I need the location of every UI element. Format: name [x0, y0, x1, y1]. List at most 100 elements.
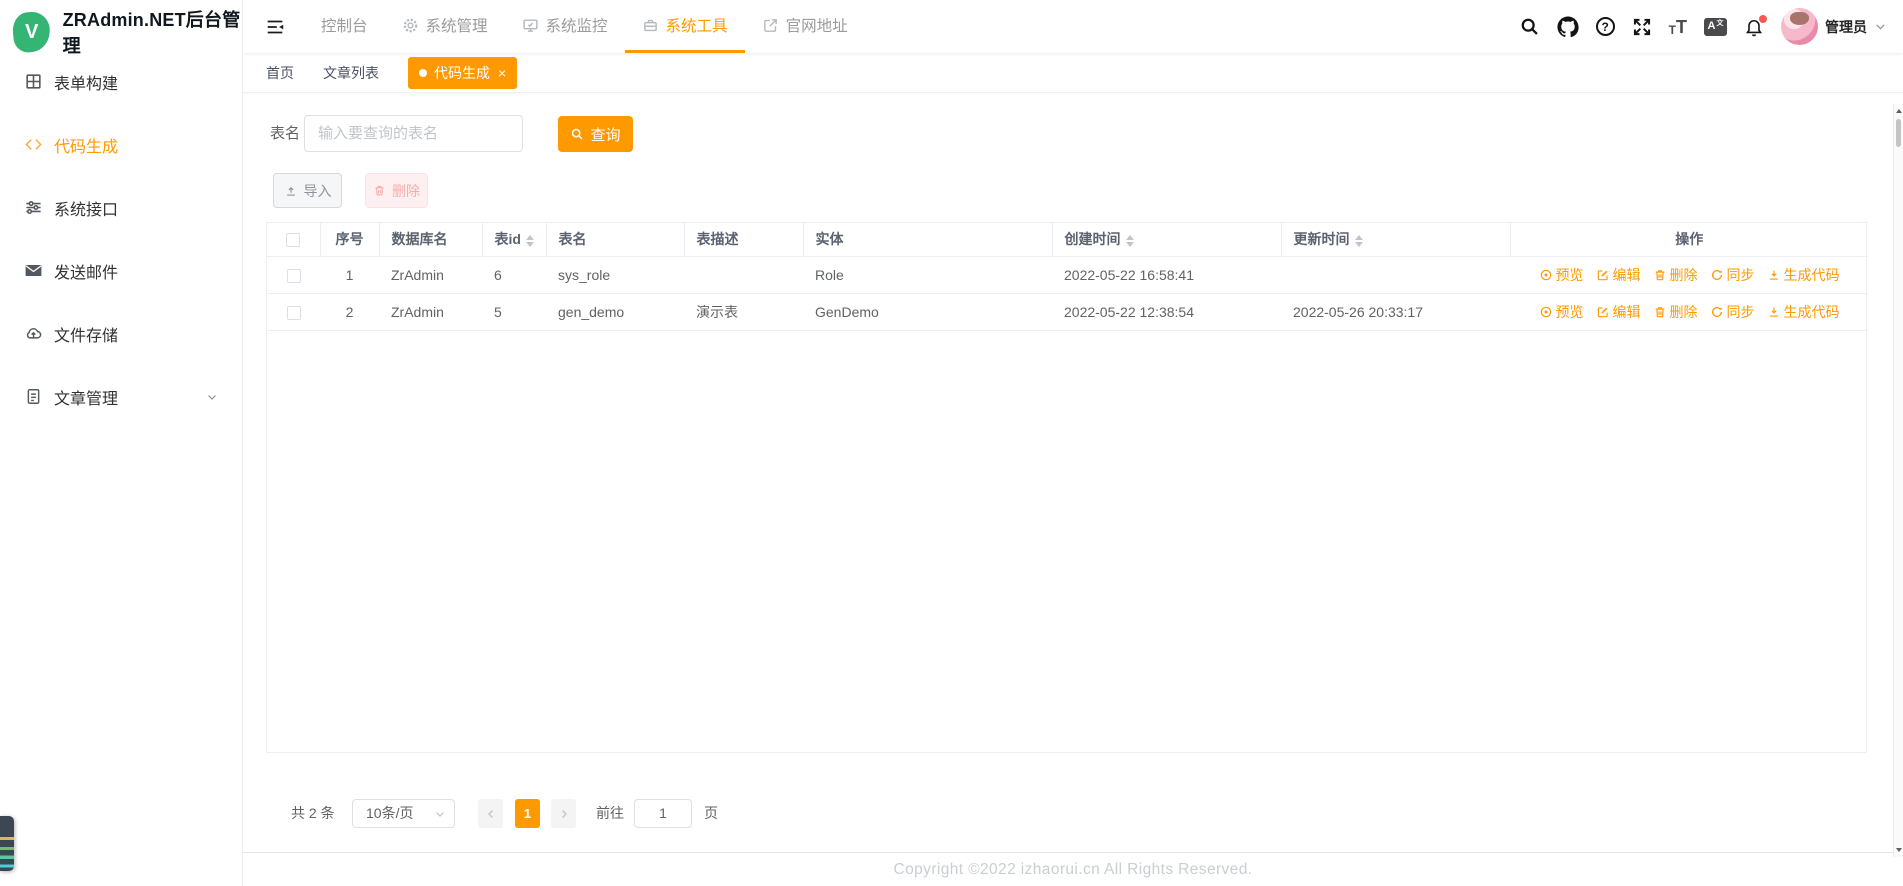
cell-database: ZrAdmin	[379, 256, 482, 294]
column-header-update-time[interactable]: 更新时间	[1281, 223, 1511, 257]
sync-link[interactable]: 同步	[1710, 302, 1755, 322]
cell-table-desc	[684, 256, 803, 294]
fullscreen-button[interactable]	[1632, 17, 1652, 37]
delete-link[interactable]: 删除	[1653, 265, 1698, 285]
scroll-down-arrow-icon[interactable]	[1895, 844, 1903, 856]
cell-table-name: gen_demo	[546, 293, 684, 331]
floating-widget[interactable]	[0, 816, 14, 871]
gear-icon	[402, 17, 419, 34]
delete-button[interactable]: 删除	[365, 173, 428, 208]
delete-link[interactable]: 删除	[1653, 302, 1698, 322]
sort-caret-icon[interactable]	[525, 234, 534, 247]
tab-close-icon[interactable]: ×	[498, 66, 506, 80]
font-size-large-glyph: T	[1676, 16, 1687, 37]
column-label: 序号	[335, 231, 364, 248]
page-unit-label: 页	[704, 805, 718, 821]
sidebar-item-form-builder[interactable]: 表单构建	[0, 50, 242, 113]
sidebar-item-send-email[interactable]: 发送邮件	[0, 239, 242, 302]
cell-entity: Role	[803, 256, 1052, 294]
column-header-create-time[interactable]: 创建时间	[1052, 223, 1282, 257]
notification-badge	[1759, 14, 1767, 23]
help-button[interactable]: ?	[1595, 17, 1615, 36]
sort-caret-icon[interactable]	[1125, 234, 1134, 247]
scrollbar-thumb[interactable]	[1896, 119, 1901, 147]
topbar-actions: ? TT A文 管理员	[1519, 8, 1903, 45]
generate-code-link[interactable]: 生成代码	[1767, 265, 1840, 285]
envelope-icon	[24, 261, 43, 280]
scroll-up-arrow-icon[interactable]	[1895, 105, 1903, 117]
tab-article-list[interactable]: 文章列表	[323, 63, 379, 83]
github-button[interactable]	[1557, 15, 1579, 38]
scrollbar[interactable]	[1893, 104, 1903, 857]
cell-database: ZrAdmin	[379, 293, 482, 331]
table-row: 1 ZrAdmin 6 sys_role Role 2022-05-22 16:…	[267, 256, 1868, 294]
trash-icon	[373, 184, 386, 197]
page-size-value: 10条/页	[366, 805, 414, 821]
prev-page-button[interactable]	[478, 799, 503, 828]
column-header-table-id[interactable]: 表id	[482, 223, 547, 257]
tab-code-generation[interactable]: 代码生成 ×	[408, 56, 518, 89]
row-checkbox[interactable]	[286, 305, 301, 320]
cell-entity: GenDemo	[803, 293, 1052, 331]
user-name: 管理员	[1825, 18, 1867, 35]
next-page-button[interactable]	[551, 799, 576, 828]
chevron-down-icon	[1874, 20, 1887, 33]
topnav-item-official-site[interactable]: 官网地址	[745, 0, 865, 53]
sidebar-item-file-storage[interactable]: 文件存储	[0, 302, 242, 365]
sidebar-item-label: 表单构建	[54, 75, 119, 93]
table-name-input[interactable]	[304, 115, 523, 152]
menu-fold-icon	[264, 16, 286, 38]
goto-page-input[interactable]	[634, 799, 692, 828]
sidebar-toggle-button[interactable]	[264, 16, 286, 38]
chevron-left-icon	[485, 808, 497, 820]
edit-link[interactable]: 编辑	[1596, 302, 1641, 322]
notifications-button[interactable]	[1744, 14, 1767, 37]
action-label: 同步	[1726, 303, 1755, 320]
action-label: 预览	[1555, 266, 1584, 283]
sidebar-menu: 表单构建 代码生成 系统接口 发送邮件 文件存储 文章管理	[0, 50, 242, 428]
sidebar-item-code-generation[interactable]: 代码生成	[0, 113, 242, 176]
sidebar-item-system-api[interactable]: 系统接口	[0, 176, 242, 239]
font-size-button[interactable]: TT	[1669, 18, 1687, 36]
edit-link[interactable]: 编辑	[1596, 265, 1641, 285]
sync-link[interactable]: 同步	[1710, 265, 1755, 285]
select-all-checkbox[interactable]	[286, 233, 301, 248]
query-button[interactable]: 查询	[558, 116, 633, 152]
topnav-item-console[interactable]: 控制台	[304, 0, 385, 53]
cell-create-time: 2022-05-22 12:38:54	[1052, 293, 1281, 331]
sort-caret-icon[interactable]	[1354, 234, 1363, 247]
generate-code-link[interactable]: 生成代码	[1767, 302, 1840, 322]
column-header-table-desc: 表描述	[684, 223, 804, 257]
cell-update-time	[1281, 256, 1510, 294]
search-icon	[1519, 16, 1540, 37]
topnav-item-system-management[interactable]: 系统管理	[385, 0, 505, 53]
user-menu[interactable]: 管理员	[1781, 8, 1887, 45]
topnav-item-system-tools[interactable]: 系统工具	[624, 0, 745, 53]
preview-link[interactable]: 预览	[1539, 302, 1584, 322]
cell-table-name: sys_role	[546, 256, 684, 294]
table-name-label: 表名	[270, 125, 301, 142]
sidebar-item-article-management[interactable]: 文章管理	[0, 365, 242, 428]
page-size-select[interactable]: 10条/页	[352, 799, 455, 828]
toolbox-icon	[642, 17, 659, 34]
pagination: 共 2 条 10条/页 1 前往 页	[243, 799, 1903, 828]
row-checkbox[interactable]	[286, 268, 301, 283]
translate-icon: A文	[1704, 17, 1727, 36]
search-icon	[570, 127, 584, 141]
import-button[interactable]: 导入	[273, 173, 342, 208]
cell-actions: 预览 编辑 删除 同步 生成代码	[1510, 256, 1868, 294]
monitor-icon	[522, 17, 539, 34]
sidebar-item-label: 文件存储	[54, 327, 119, 345]
font-size-icon: TT	[1669, 18, 1687, 36]
preview-link[interactable]: 预览	[1539, 265, 1584, 285]
cell-create-time: 2022-05-22 16:58:41	[1052, 256, 1281, 294]
data-table: 序号 数据库名 表id 表名 表描述 实体 创建时间 更新时间 操作 1 ZrA…	[266, 222, 1868, 753]
translate-button[interactable]: A文	[1704, 17, 1727, 36]
footer: Copyright ©2022 izhaorui.cn All Rights R…	[243, 852, 1903, 886]
topnav-item-system-monitor[interactable]: 系统监控	[505, 0, 625, 53]
tab-home[interactable]: 首页	[266, 63, 294, 83]
topnav-item-label: 系统监控	[545, 18, 608, 35]
search-button[interactable]	[1519, 16, 1540, 37]
current-page-button[interactable]: 1	[515, 799, 540, 828]
topnav-item-label: 系统工具	[665, 18, 728, 35]
